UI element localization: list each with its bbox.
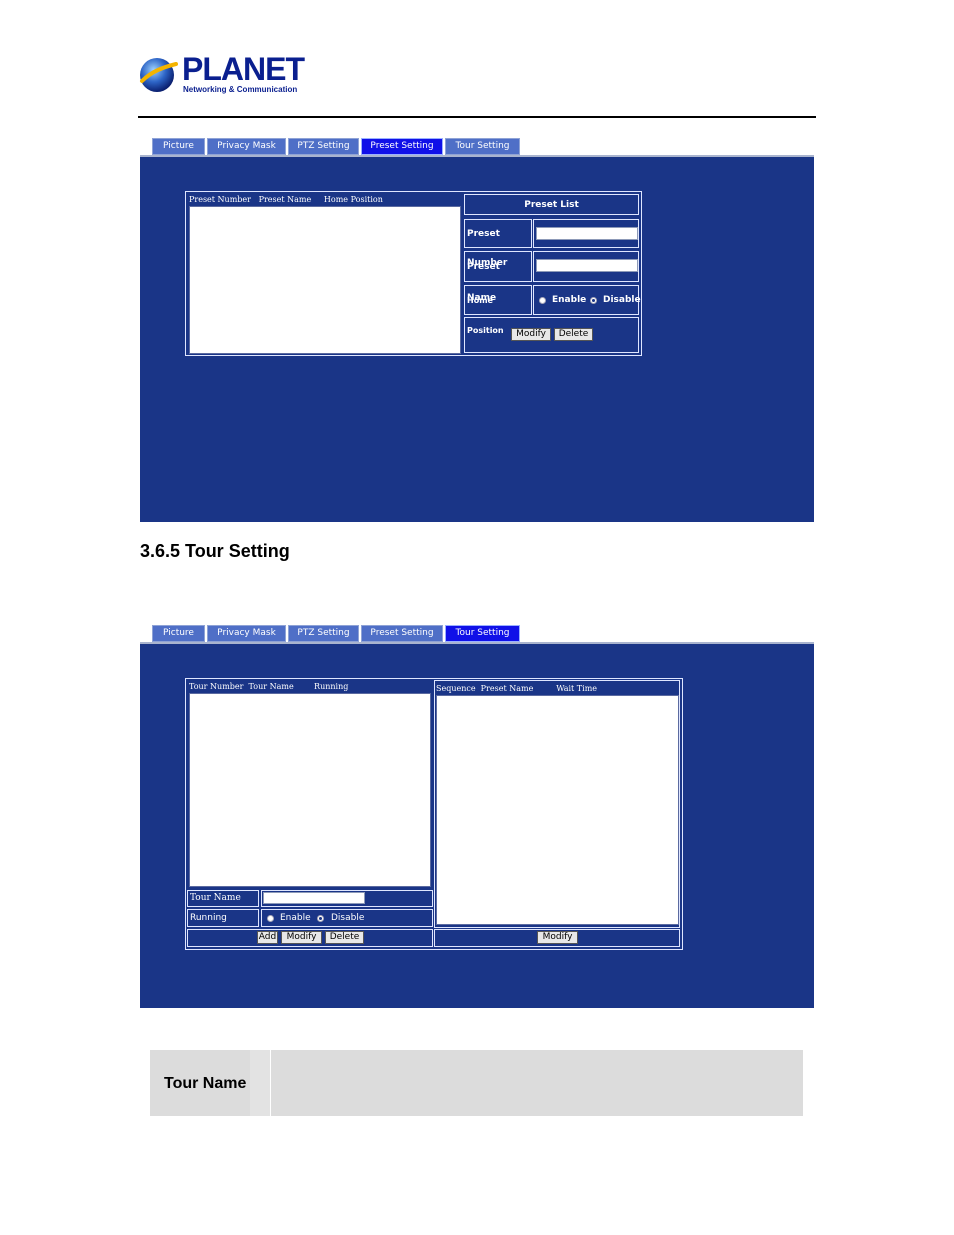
preset-modify-button[interactable]: Modify	[511, 328, 551, 341]
tour-add-button[interactable]: Add	[257, 931, 278, 944]
preset-list-header: Preset Number Preset Name Home Position	[189, 195, 383, 204]
preset-number-input[interactable]	[536, 227, 638, 240]
tab-privacy-mask[interactable]: Privacy Mask	[207, 138, 286, 155]
tab-ptz-setting[interactable]: PTZ Setting	[288, 625, 359, 642]
table-row-label: Tour Name	[164, 1075, 247, 1092]
planet-logo: PLANET Networking & Communication	[138, 52, 305, 98]
tab-privacy-mask[interactable]: Privacy Mask	[207, 625, 286, 642]
header-divider	[138, 116, 816, 118]
preset-actions-cell	[464, 317, 639, 353]
tab-preset-setting[interactable]: Preset Setting	[361, 625, 443, 642]
globe-icon	[140, 58, 178, 92]
tour-list[interactable]	[189, 693, 431, 887]
description-table: Tour Name	[150, 1050, 803, 1116]
tab-ptz-setting[interactable]: PTZ Setting	[288, 138, 359, 155]
brand-name: PLANET	[182, 51, 305, 87]
tour-delete-button[interactable]: Delete	[325, 931, 364, 944]
running-enable-label: Enable	[280, 913, 311, 923]
preset-number-label: Preset Number	[464, 219, 532, 268]
home-position-enable-radio[interactable]	[539, 297, 546, 304]
running-disable-radio[interactable]	[317, 915, 324, 922]
preset-settings-panel: Preset Number Preset Name Home Position …	[140, 157, 814, 522]
preset-list[interactable]	[189, 206, 461, 354]
home-position-enable-label: Enable	[552, 295, 587, 305]
running-label: Running	[187, 909, 259, 927]
running-enable-radio[interactable]	[267, 915, 274, 922]
brand-tagline: Networking & Communication	[183, 85, 298, 94]
tab-tour-setting[interactable]: Tour Setting	[445, 138, 520, 155]
home-position-disable-radio[interactable]	[590, 297, 597, 304]
sequence-list[interactable]	[436, 695, 679, 925]
section-title: 3.6.5 Tour Setting	[140, 541, 290, 561]
tour-name-input[interactable]	[263, 892, 365, 904]
sequence-modify-button[interactable]: Modify	[537, 931, 578, 944]
tab-picture[interactable]: Picture	[152, 625, 205, 642]
home-position-label: Home Position	[464, 285, 532, 335]
tour-settings-panel: Tour Number Tour Name Running Tour Name …	[140, 644, 814, 1008]
tab-picture[interactable]: Picture	[152, 138, 205, 155]
tab-tour-setting[interactable]: Tour Setting	[445, 625, 520, 642]
running-disable-label: Disable	[331, 913, 365, 923]
sequence-list-header: Sequence Preset Name Wait Time	[436, 684, 598, 693]
tour-modify-button[interactable]: Modify	[281, 931, 322, 944]
tour-tab-bar: Picture Privacy Mask PTZ Setting Preset …	[152, 625, 522, 642]
home-position-disable-label: Disable	[603, 295, 641, 305]
preset-list-title: Preset List	[464, 194, 639, 215]
preset-name-label: Preset Name	[464, 251, 532, 303]
table-column-divider	[250, 1050, 271, 1116]
tab-preset-setting[interactable]: Preset Setting	[361, 138, 443, 155]
preset-delete-button[interactable]: Delete	[554, 328, 593, 341]
preset-tab-bar: Picture Privacy Mask PTZ Setting Preset …	[152, 138, 522, 155]
tour-list-header: Tour Number Tour Name Running	[189, 682, 349, 691]
tour-name-label: Tour Name	[187, 890, 259, 907]
preset-name-input[interactable]	[536, 259, 638, 272]
